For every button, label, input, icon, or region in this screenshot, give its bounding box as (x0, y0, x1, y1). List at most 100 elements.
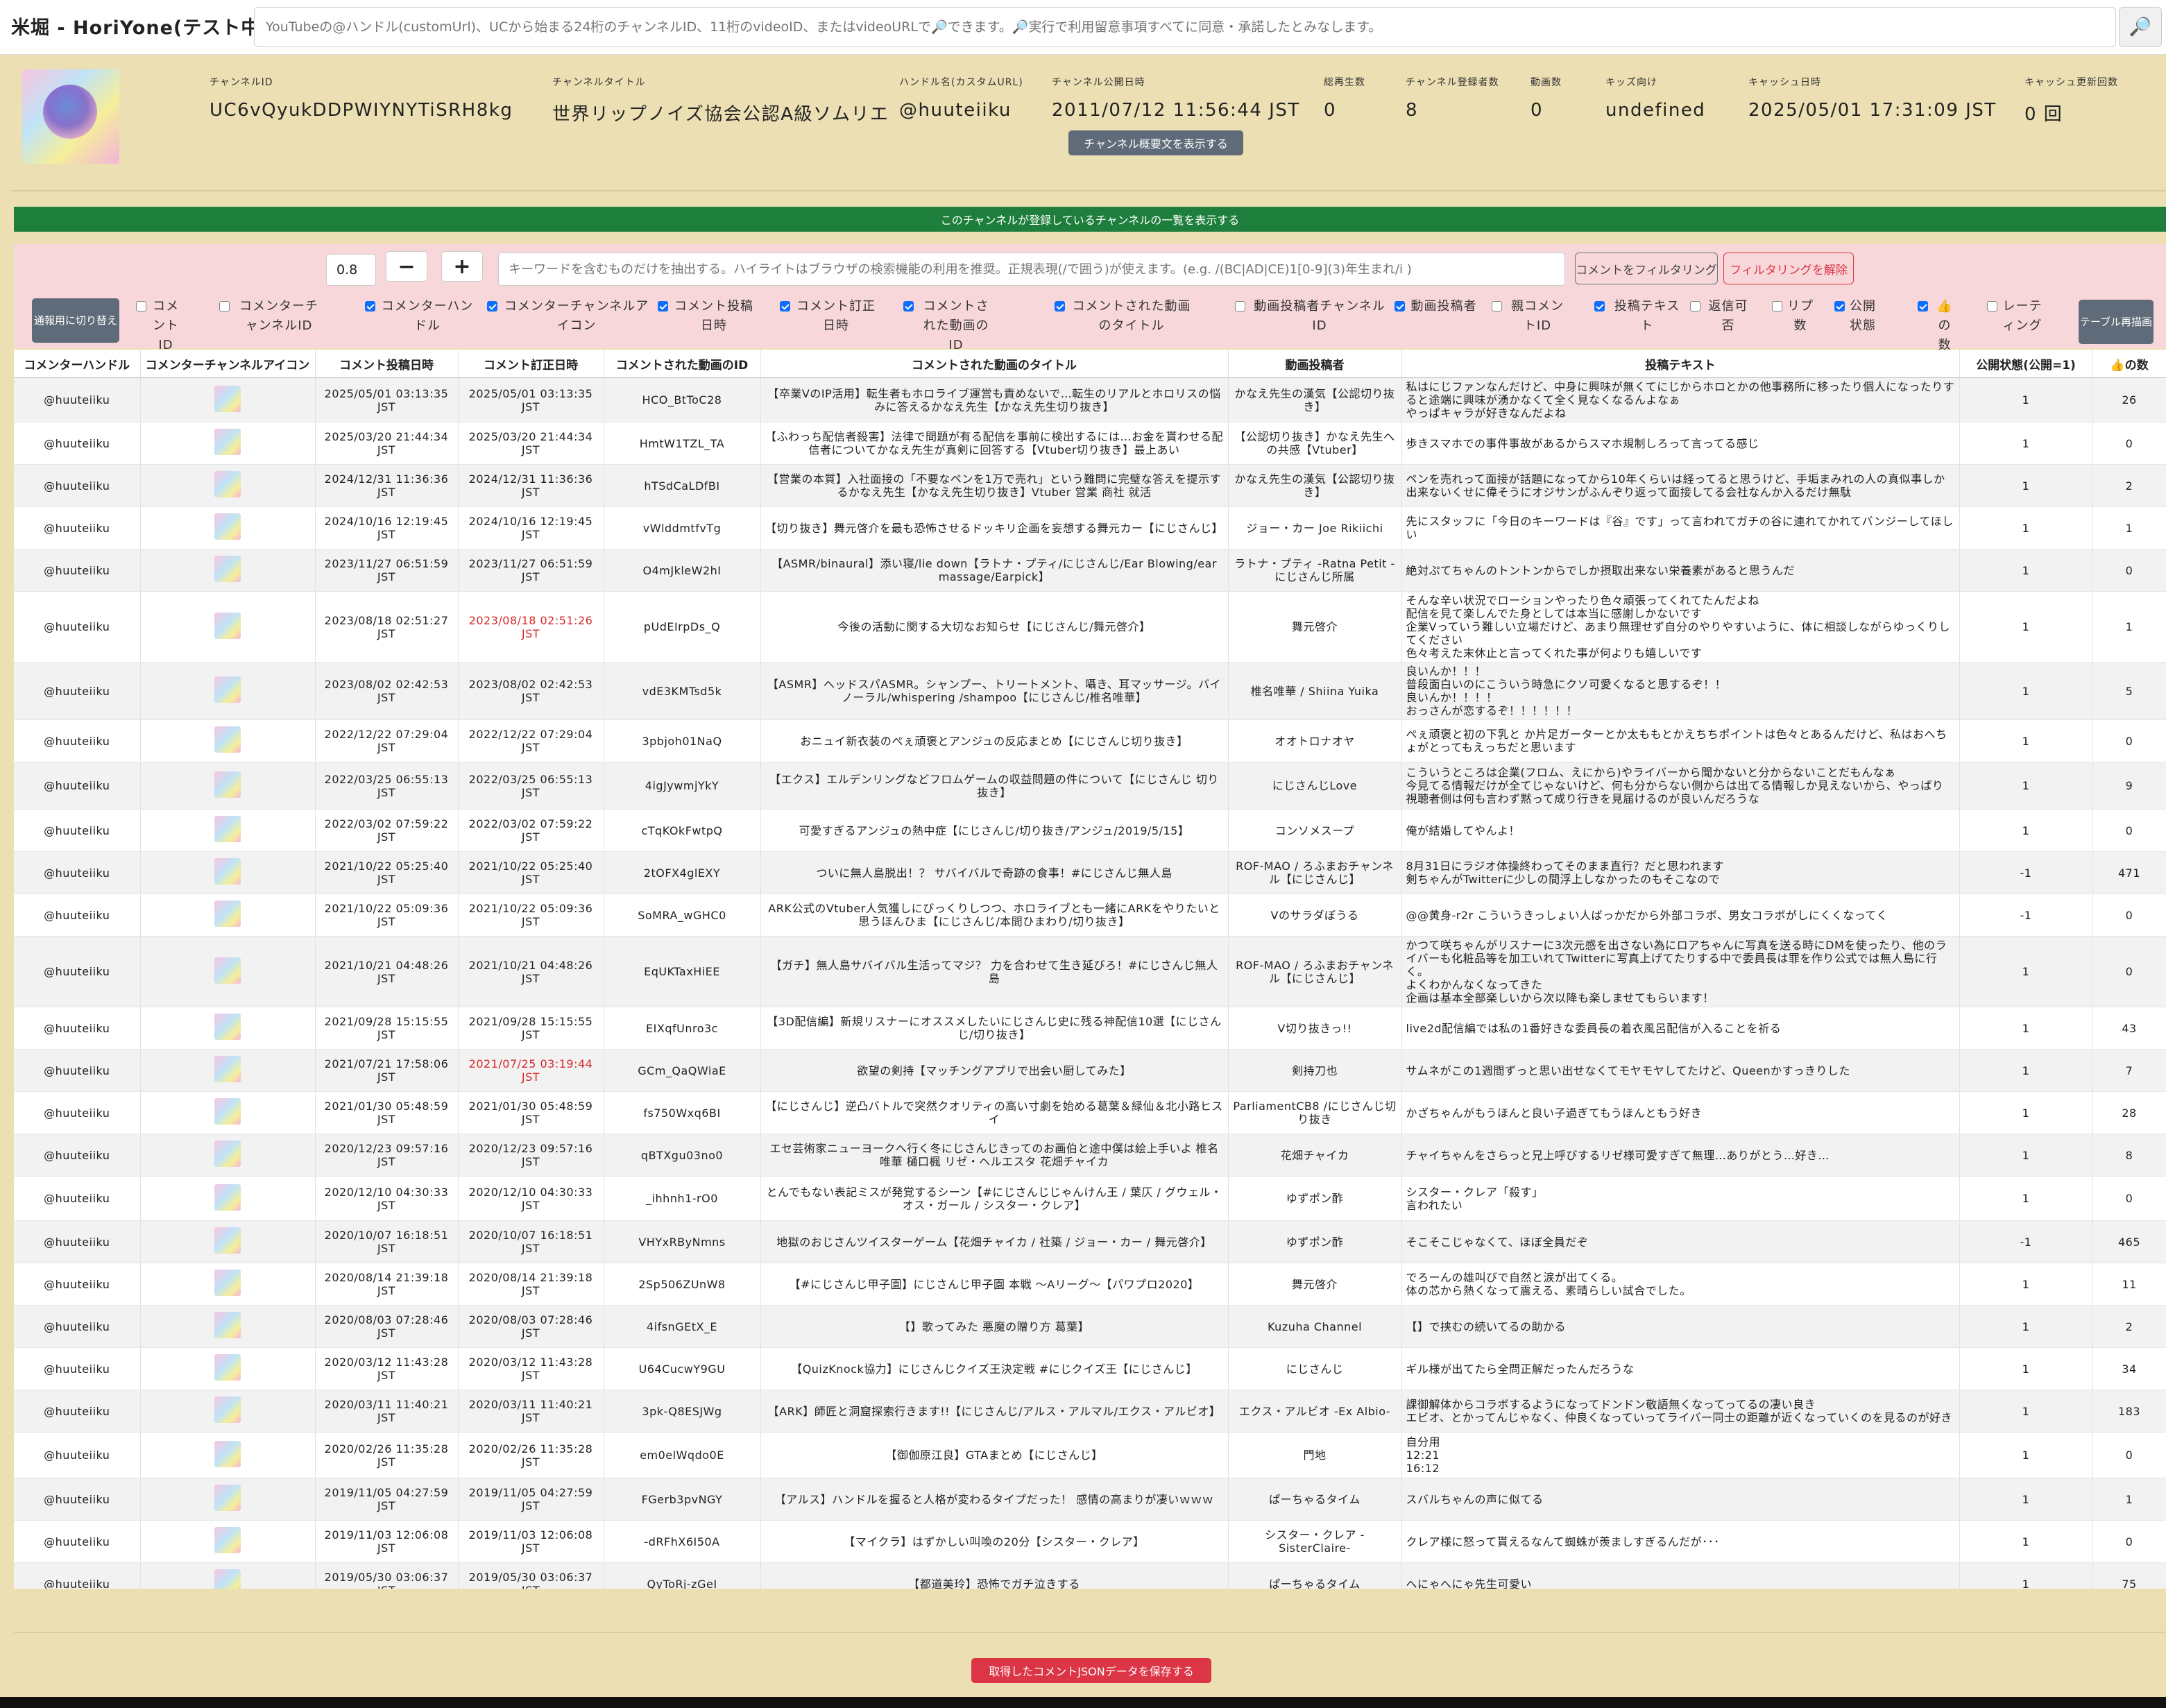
column-header[interactable]: コメントされた動画のID (604, 350, 761, 378)
column-header[interactable]: コメンターチャンネルアイコン (140, 350, 316, 378)
column-header[interactable]: 動画投稿者 (1228, 350, 1402, 378)
avatar[interactable] (214, 429, 241, 455)
avatar[interactable] (214, 900, 241, 927)
video-author[interactable]: ゆずポン酢 (1228, 1176, 1402, 1221)
commenter-handle[interactable]: @huuteiiku (14, 1134, 141, 1177)
avatar[interactable] (214, 1397, 241, 1423)
avatar[interactable] (214, 726, 241, 753)
column-toggle-checkbox[interactable]: レーティング (1987, 297, 2043, 336)
checkbox-box[interactable] (1987, 301, 1997, 311)
column-toggle-checkbox[interactable]: リプ数 (1772, 297, 1814, 336)
commenter-handle[interactable]: @huuteiiku (14, 422, 141, 465)
avatar[interactable] (214, 471, 241, 497)
checkbox-box[interactable] (1834, 301, 1845, 311)
commenter-handle[interactable]: @huuteiiku (14, 1220, 141, 1263)
avatar[interactable] (214, 612, 241, 639)
video-author[interactable]: ゆずポン酢 (1228, 1220, 1402, 1263)
avatar[interactable] (214, 385, 241, 412)
subscriptions-button[interactable]: このチャンネルが登録しているチャンネルの一覧を表示する (14, 207, 2166, 232)
column-toggle-checkbox[interactable]: コメント投稿日時 (658, 297, 755, 336)
video-author[interactable]: Vのサラダぼうる (1228, 894, 1402, 937)
commenter-handle[interactable]: @huuteiiku (14, 809, 141, 852)
checkbox-box[interactable] (1594, 301, 1605, 311)
avatar[interactable] (214, 1485, 241, 1511)
video-author[interactable]: シスター・クレア -SisterClaire- (1228, 1520, 1402, 1563)
column-toggle-checkbox[interactable]: 公開状態 (1834, 297, 1876, 336)
video-id[interactable]: vWlddmtfvTg (604, 506, 761, 549)
avatar[interactable] (214, 858, 241, 885)
video-title[interactable]: とんでもない表記ミスが発覚するシーン【#にじさんじじゃんけん王 / 葉仄 / グ… (760, 1176, 1229, 1221)
video-title[interactable]: 可愛すぎるアンジュの熱中症【にじさんじ/切り抜き/アンジュ/2019/5/15】 (760, 809, 1229, 852)
video-title[interactable]: 【ASMR/binaural】添い寝/lie down【ラトナ・プティ/にじさん… (760, 549, 1229, 592)
column-toggle-checkbox[interactable]: コメンターチャンネルID (219, 297, 323, 336)
video-title[interactable]: 【アルス】ハンドルを握ると人格が変わるタイプだった！ 感情の高まりが凄いｗｗｗ (760, 1478, 1229, 1521)
avatar[interactable] (214, 1312, 241, 1338)
checkbox-box[interactable] (1235, 301, 1245, 311)
column-header[interactable]: コメント訂正日時 (458, 350, 604, 378)
commenter-handle[interactable]: @huuteiiku (14, 1390, 141, 1433)
avatar[interactable] (214, 1141, 241, 1167)
checkbox-box[interactable] (219, 301, 230, 311)
video-id[interactable]: O4mJkleW2hI (604, 549, 761, 592)
threshold-input[interactable]: 0.8 (326, 254, 376, 286)
column-toggle-checkbox[interactable]: コメントID (136, 297, 180, 355)
video-author[interactable]: にじさんじLove (1228, 762, 1402, 810)
column-header[interactable]: 👍の数 (2092, 350, 2166, 378)
commenter-handle[interactable]: @huuteiiku (14, 762, 141, 810)
avatar[interactable] (214, 1014, 241, 1040)
show-description-button[interactable]: チャンネル概要文を表示する (1068, 130, 1243, 155)
video-id[interactable]: GCm_QaQWiaE (604, 1049, 761, 1092)
video-title[interactable]: 今後の活動に関する大切なお知らせ【にじさんじ/舞元啓介】 (760, 591, 1229, 663)
video-id[interactable]: 3pbjoh01NaQ (604, 719, 761, 762)
search-button[interactable]: 🔎 (2119, 7, 2162, 47)
video-title[interactable]: 【エクス】エルデンリングなどフロムゲームの収益問題の件について【にじさんじ 切り… (760, 762, 1229, 810)
checkbox-box[interactable] (658, 301, 668, 311)
avatar[interactable] (214, 816, 241, 842)
commenter-handle[interactable]: @huuteiiku (14, 1347, 141, 1390)
avatar[interactable] (214, 1056, 241, 1082)
video-id[interactable]: pUdEIrpDs_Q (604, 591, 761, 663)
video-id[interactable]: 3pk-Q8ESJWg (604, 1390, 761, 1433)
decrement-button[interactable]: − (386, 251, 427, 282)
commenter-handle[interactable]: @huuteiiku (14, 894, 141, 937)
video-id[interactable]: HmtW1TZL_TA (604, 422, 761, 465)
avatar[interactable] (214, 1184, 241, 1211)
video-title[interactable]: 【御伽原江良】GTAまとめ【にじさんじ】 (760, 1432, 1229, 1478)
commenter-handle[interactable]: @huuteiiku (14, 377, 141, 422)
video-title[interactable]: 欲望の剣持【マッチングアプリで出会い厨してみた】 (760, 1049, 1229, 1092)
video-id[interactable]: EqUKTaxHiEE (604, 936, 761, 1007)
column-toggle-checkbox[interactable]: 動画投稿者チャンネルID (1235, 297, 1389, 336)
video-author[interactable]: コンソメスープ (1228, 809, 1402, 852)
video-title[interactable]: エセ芸術家ニューヨークへ行く冬にじさんじきってのお画伯と途中僕は絵上手いよ 椎名… (760, 1134, 1229, 1177)
column-toggle-checkbox[interactable]: コメンターチャンネルアイコン (487, 297, 651, 336)
avatar[interactable] (214, 1354, 241, 1381)
video-id[interactable]: EIXqfUnro3c (604, 1007, 761, 1050)
video-id[interactable]: cTqKOkFwtpQ (604, 809, 761, 852)
video-title[interactable]: 【#にじさんじ甲子園】にじさんじ甲子園 本戦 〜Aリーグ〜【パワプロ2020】 (760, 1263, 1229, 1306)
commenter-handle[interactable]: @huuteiiku (14, 1176, 141, 1221)
avatar[interactable] (214, 1098, 241, 1125)
video-id[interactable]: vdE3KMTsd5k (604, 662, 761, 720)
video-title[interactable]: 【QuizKnock協力】にじさんじクイズ王決定戦 #にじクイズ王【にじさんじ】 (760, 1347, 1229, 1390)
column-header[interactable]: 投稿テキスト (1401, 350, 1960, 378)
avatar[interactable] (214, 771, 241, 798)
avatar[interactable] (214, 556, 241, 582)
commenter-handle[interactable]: @huuteiiku (14, 1007, 141, 1050)
video-title[interactable]: 【マイクラ】はずかしい叫喚の20分【シスター・クレア】 (760, 1520, 1229, 1563)
avatar[interactable] (214, 513, 241, 540)
video-author[interactable]: 【公認切り抜き】かなえ先生への共感【Vtuber】 (1228, 422, 1402, 465)
video-title[interactable]: 【にじさんじ】逆凸バトルで突然クオリティの高い寸劇を始める葛葉＆緑仙＆北小路ヒス… (760, 1091, 1229, 1134)
video-title[interactable]: 【】歌ってみた 悪魔の贈り方 葛葉】 (760, 1305, 1229, 1348)
video-author[interactable]: 門地 (1228, 1432, 1402, 1478)
column-header[interactable]: コメンターハンドル (14, 350, 141, 378)
video-title[interactable]: 【営業の本質】入社面接の「不要なペンを1万で売れ」という難問に完璧な答えを提示す… (760, 464, 1229, 507)
video-title[interactable]: 【3D配信編】新規リスナーにオススメしたいにじさんじ史に残る神配信10選【にじさ… (760, 1007, 1229, 1050)
video-title[interactable]: 【ふわっち配信者殺害】法律で問題が有る配信を事前に検出するには…お金を貰わせる配… (760, 422, 1229, 465)
avatar[interactable] (214, 957, 241, 984)
video-author[interactable]: ROF-MAO / ろふまおチャンネル【にじさんじ】 (1228, 851, 1402, 894)
commenter-handle[interactable]: @huuteiiku (14, 1478, 141, 1521)
video-title[interactable]: 【ASMR】ヘッドスパASMR。シャンプー、トリートメント、囁き、耳マッサージ。… (760, 662, 1229, 720)
video-id[interactable]: fs750Wxq6BI (604, 1091, 761, 1134)
video-id[interactable]: VHYxRByNmns (604, 1220, 761, 1263)
commenter-handle[interactable]: @huuteiiku (14, 1432, 141, 1478)
